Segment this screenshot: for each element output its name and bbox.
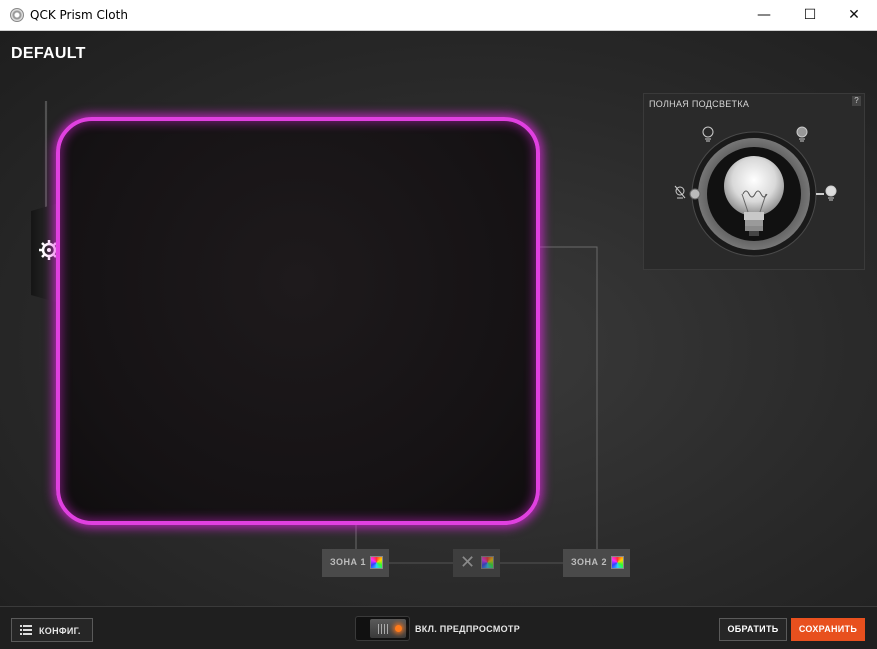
brightness-panel: ПОЛНАЯ ПОДСВЕТКА ? <box>643 93 865 270</box>
config-button[interactable]: КОНФИГ. <box>11 618 93 642</box>
bottom-bar: КОНФИГ. ВКЛ. ПРЕДПРОСМОТР ОБРАТИТЬ СОХРА… <box>0 606 877 649</box>
bulb-high-icon <box>825 185 837 201</box>
config-label: КОНФИГ. <box>39 626 81 636</box>
mousepad-cable <box>44 101 48 211</box>
preview-toggle[interactable] <box>355 616 410 641</box>
brightness-dial[interactable] <box>644 94 864 269</box>
save-button[interactable]: СОХРАНИТЬ <box>791 618 865 641</box>
zone-1-button[interactable]: ЗОНА 1 <box>322 549 389 577</box>
window-title: QCK Prism Cloth <box>30 8 128 22</box>
zone-disabled-button[interactable]: ✕ <box>453 549 500 577</box>
color-swatch-icon <box>370 556 383 569</box>
preview-label: ВКЛ. ПРЕДПРОСМОТР <box>415 624 521 634</box>
led-indicator-icon <box>395 625 402 632</box>
bulb-medium-icon <box>796 126 808 142</box>
toggle-knob <box>370 619 406 638</box>
color-swatch-icon <box>481 556 494 569</box>
zone-1-label: ЗОНА 1 <box>330 557 367 567</box>
maximize-button[interactable]: ☐ <box>787 0 833 30</box>
profile-title: DEFAULT <box>11 45 86 62</box>
bulb-off-icon <box>674 185 686 199</box>
app-icon <box>10 8 24 22</box>
title-bar: QCK Prism Cloth — ☐ ✕ <box>0 0 877 31</box>
bulb-low-icon <box>702 126 714 142</box>
dial-knob[interactable] <box>689 188 701 200</box>
minimize-button[interactable]: — <box>741 0 787 30</box>
mousepad-preview[interactable] <box>56 117 540 525</box>
color-swatch-icon <box>611 556 624 569</box>
revert-button[interactable]: ОБРАТИТЬ <box>719 618 787 641</box>
zone-2-label: ЗОНА 2 <box>571 557 608 567</box>
close-button[interactable]: ✕ <box>831 0 877 30</box>
grip-icon <box>378 624 388 634</box>
main-area: DEFAULT ЗОНА 1 ✕ ЗОНА 2 ПОЛНАЯ ПОДСВЕТКА <box>0 31 877 606</box>
disabled-x-icon: ✕ <box>460 552 476 573</box>
list-icon <box>20 625 32 635</box>
zone-2-button[interactable]: ЗОНА 2 <box>563 549 630 577</box>
